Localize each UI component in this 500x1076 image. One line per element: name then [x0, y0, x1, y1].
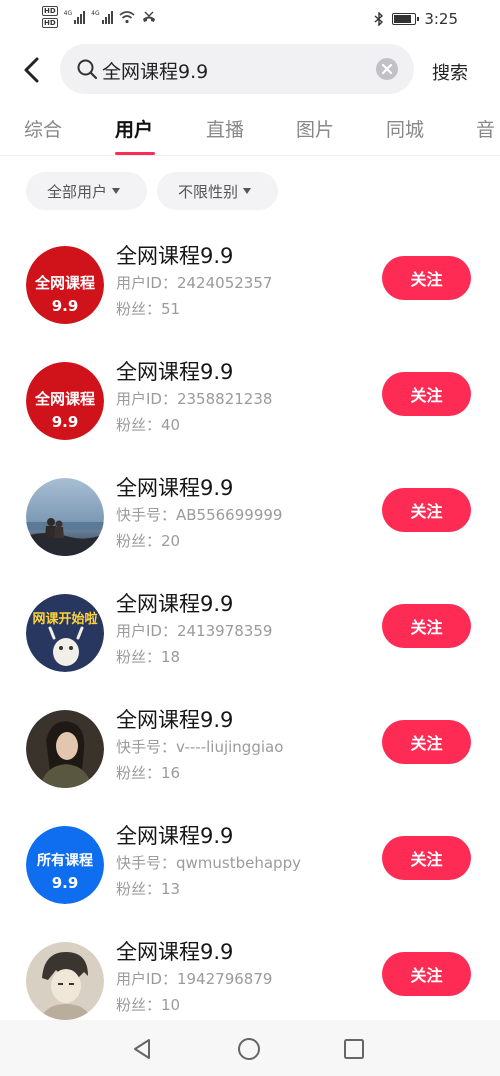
square-recent-icon[interactable]	[343, 1038, 365, 1060]
user-row[interactable]: 全网课程9.9 快手号：v----liujinggiao 粉丝：16 关注	[0, 700, 500, 816]
back-arrow-icon[interactable]	[18, 52, 48, 88]
user-id: 用户ID：2424052357	[116, 274, 273, 292]
avatar[interactable]: 网课开始啦	[26, 594, 104, 672]
avatar-text-line1: 网课开始啦	[32, 612, 98, 627]
user-name[interactable]: 全网课程9.9	[116, 704, 233, 734]
follow-button[interactable]: 关注	[382, 836, 471, 880]
user-id: 用户ID：1942796879	[116, 970, 273, 988]
user-name[interactable]: 全网课程9.9	[116, 356, 233, 386]
follow-button[interactable]: 关注	[382, 372, 471, 416]
result-tabs: 综合 用户 直播 图片 同城 音	[0, 112, 500, 156]
avatar-text-line1: 全网课程	[34, 274, 95, 292]
avatar-text-line2: 9.9	[51, 874, 79, 892]
clear-icon[interactable]	[376, 58, 398, 80]
avatar[interactable]	[26, 478, 104, 556]
fan-count: 粉丝：10	[116, 996, 181, 1014]
circle-home-icon[interactable]	[237, 1037, 261, 1061]
hd-badge-bottom: HD	[42, 18, 58, 28]
avatar[interactable]: 全网课程 9.9	[26, 246, 104, 324]
user-row[interactable]: 全网课程 9.9 全网课程9.9 用户ID：2358821238 粉丝：40 关…	[0, 352, 500, 468]
avatar[interactable]	[26, 710, 104, 788]
fan-count: 粉丝：16	[116, 764, 181, 782]
tab-users[interactable]: 用户	[115, 115, 153, 142]
caret-down-icon	[243, 188, 252, 194]
status-left: HD HD 4G 4G	[42, 6, 157, 28]
fan-count: 粉丝：51	[116, 300, 181, 318]
follow-button[interactable]: 关注	[382, 488, 471, 532]
search-query: 全网课程9.9	[102, 61, 209, 83]
active-tab-indicator	[115, 152, 155, 155]
status-right: 3:25	[374, 10, 458, 28]
tab-nearby[interactable]: 同城	[386, 115, 424, 142]
missed-call-icon	[142, 11, 155, 22]
user-type-filter-label: 全部用户	[47, 182, 108, 201]
tab-images[interactable]: 图片	[296, 115, 334, 142]
search-icon	[77, 59, 98, 80]
cartoon-avatar-background	[26, 594, 104, 672]
user-name[interactable]: 全网课程9.9	[116, 472, 233, 502]
follow-button[interactable]: 关注	[382, 256, 471, 300]
user-name[interactable]: 全网课程9.9	[116, 588, 233, 618]
user-id: 快手号：qwmustbehappy	[116, 854, 301, 872]
gender-filter[interactable]: 不限性别	[157, 172, 278, 210]
network-type-2: 4G	[91, 10, 100, 17]
battery-icon	[392, 13, 420, 25]
search-input[interactable]: 全网课程9.9	[60, 44, 414, 94]
user-id: 用户ID：2358821238	[116, 390, 273, 408]
network-type-1: 4G	[63, 10, 73, 17]
fan-count: 粉丝：18	[116, 648, 181, 666]
signal-1-icon: 4G	[63, 10, 86, 24]
fan-count: 粉丝：40	[116, 416, 181, 434]
user-id: 快手号：v----liujinggiao	[116, 738, 284, 756]
gender-filter-label: 不限性别	[178, 182, 239, 201]
clock: 3:25	[424, 10, 458, 28]
avatar-text-line2: 9.9	[51, 297, 79, 315]
anime-sketch-avatar	[26, 942, 104, 1020]
user-type-filter[interactable]: 全部用户	[26, 172, 147, 210]
user-name[interactable]: 全网课程9.9	[116, 820, 233, 850]
avatar[interactable]	[26, 942, 104, 1020]
user-row[interactable]: 所有课程 9.9 全网课程9.9 快手号：qwmustbehappy 粉丝：13…	[0, 816, 500, 932]
follow-button[interactable]: 关注	[382, 720, 471, 764]
signal-2-icon: 4G	[91, 10, 113, 24]
avatar-text-line1: 全网课程	[34, 390, 95, 408]
user-name[interactable]: 全网课程9.9	[116, 936, 233, 966]
user-id: 快手号：AB556699999	[116, 506, 283, 524]
fan-count: 粉丝：20	[116, 532, 181, 550]
follow-button[interactable]: 关注	[382, 604, 471, 648]
triangle-back-icon[interactable]	[131, 1037, 153, 1061]
avatar-text-line2: 9.9	[51, 413, 79, 431]
caret-down-icon	[112, 188, 121, 194]
avatar[interactable]: 全网课程 9.9	[26, 362, 104, 440]
tab-comprehensive[interactable]: 综合	[24, 115, 62, 142]
wifi-icon	[119, 11, 135, 24]
user-row[interactable]: 全网课程 9.9 全网课程9.9 用户ID：2424052357 粉丝：51 关…	[0, 236, 500, 352]
tab-music[interactable]: 音	[476, 115, 495, 142]
hd-badge-top: HD	[42, 6, 58, 16]
avatar-text-line1: 所有课程	[37, 853, 93, 869]
seaside-photo-avatar	[26, 478, 104, 556]
user-id: 用户ID：2413978359	[116, 622, 273, 640]
follow-button[interactable]: 关注	[382, 952, 471, 996]
status-bar: HD HD 4G 4G 3:25	[0, 0, 500, 36]
bluetooth-icon	[374, 12, 384, 26]
fan-count: 粉丝：13	[116, 880, 181, 898]
user-row[interactable]: 网课开始啦 全网课程9.9 用户ID：2413978359 粉丝：18 关注	[0, 584, 500, 700]
system-nav-bar	[0, 1020, 500, 1076]
hd-indicator: HD HD	[42, 6, 58, 28]
portrait-photo-avatar	[26, 710, 104, 788]
avatar[interactable]: 所有课程 9.9	[26, 826, 104, 904]
search-button[interactable]: 搜索	[432, 59, 468, 85]
tab-live[interactable]: 直播	[206, 115, 244, 142]
user-name[interactable]: 全网课程9.9	[116, 240, 233, 270]
user-row[interactable]: 全网课程9.9 快手号：AB556699999 粉丝：20 关注	[0, 468, 500, 584]
